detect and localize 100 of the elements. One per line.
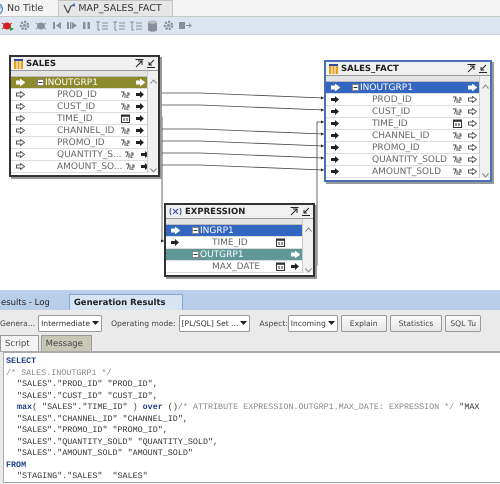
attribute-name: PROD_ID	[371, 94, 413, 104]
gear-icon[interactable]	[19, 20, 30, 31]
attribute-row[interactable]: PROD_ID	[11, 89, 147, 101]
scroll-down-icon[interactable]	[304, 268, 312, 273]
code-line: "SALES"."CUST_ID" "CUST_ID",	[16, 390, 159, 402]
panel-tab[interactable]: esults - Log	[0, 294, 63, 310]
attribute-row[interactable]: TIME_ID	[11, 113, 147, 125]
list-icon[interactable]	[113, 20, 125, 30]
attribute-row[interactable]: CUST_ID	[326, 106, 479, 118]
numeric-type-icon	[120, 127, 130, 134]
group-name: INOUTGRP1	[45, 78, 98, 88]
mapping-node[interactable]: EXPRESSION INGRP1 TIME_ID OUTGRP1 MAX_DATE	[164, 203, 315, 277]
group-name: INGRP1	[200, 226, 234, 236]
attribute-name: AMOUNT_SO...	[56, 162, 122, 172]
collapse-icon[interactable]	[352, 84, 359, 91]
minimize-icon[interactable]	[147, 59, 155, 68]
sub-tab[interactable]: Message	[40, 335, 92, 351]
code-line: "SALES"."PROMO_ID" "PROMO_ID",	[16, 425, 169, 436]
step-forward-icon[interactable]	[67, 21, 77, 30]
group-name: OUTGRP1	[200, 250, 244, 260]
numeric-type-icon	[452, 96, 462, 103]
calendar-icon	[120, 114, 130, 123]
numeric-type-icon	[120, 139, 130, 146]
panel-tab[interactable]: Generation Results	[68, 294, 183, 310]
maximize-icon[interactable]	[290, 207, 299, 216]
scroll-up-icon[interactable]	[304, 227, 312, 232]
bug-icon[interactable]	[35, 20, 48, 31]
scroll-bar[interactable]	[479, 76, 490, 178]
node-title: SALES_FACT	[341, 64, 400, 74]
gear-icon[interactable]	[163, 20, 174, 31]
document-tab[interactable]: No Title	[0, 0, 54, 16]
mapping-icon	[63, 3, 76, 14]
numeric-type-icon	[452, 132, 462, 139]
attribute-row[interactable]: CHANNEL_ID	[11, 125, 147, 137]
numeric-type-icon	[452, 168, 462, 175]
group-row[interactable]: INOUTGRP1	[326, 82, 479, 94]
minimize-icon[interactable]	[302, 207, 310, 216]
attribute-name: CHANNEL_ID	[56, 126, 116, 136]
collapse-icon[interactable]	[192, 227, 199, 234]
list-icon[interactable]	[96, 20, 108, 30]
attribute-name: PROMO_ID	[371, 142, 421, 152]
attribute-name: AMOUNT_SOLD	[371, 166, 442, 176]
minimize-icon[interactable]	[479, 64, 487, 73]
attribute-row[interactable]: TIME_ID	[326, 118, 479, 130]
hollow-arrow-icon	[290, 251, 300, 258]
pause-icon[interactable]	[82, 21, 91, 30]
document-tab[interactable]: MAP_SALES_FACT	[58, 0, 173, 16]
scroll-bar[interactable]	[147, 71, 158, 173]
attribute-row[interactable]: PROMO_ID	[11, 137, 147, 149]
node-title: EXPRESSION	[185, 206, 246, 216]
table-icon	[329, 64, 338, 74]
attribute-row[interactable]: MAX_DATE	[166, 261, 302, 273]
attribute-row[interactable]: CUST_ID	[11, 101, 147, 113]
scroll-up-icon[interactable]	[482, 84, 488, 89]
hollow-arrow-icon	[136, 79, 144, 86]
numeric-type-icon	[120, 91, 130, 98]
attribute-name: MAX_DATE	[211, 262, 262, 272]
step-back-icon[interactable]	[53, 21, 62, 30]
group-row[interactable]: INOUTGRP1	[11, 77, 147, 89]
collapse-icon[interactable]	[37, 79, 44, 86]
scroll-down-icon[interactable]	[150, 168, 156, 173]
attribute-name: QUANTITY_S...	[56, 150, 122, 160]
cylinder-icon[interactable]	[147, 20, 158, 32]
collapse-icon[interactable]	[192, 251, 199, 258]
numeric-type-icon	[120, 103, 130, 110]
mapping-node[interactable]: SALES_FACT INOUTGRP1 PROD_ID CUST_ID TIME_ID CHANNEL_ID PROMO_ID QUANTITY_SOLD AMOUNT_SOLD	[324, 60, 492, 182]
scroll-up-icon[interactable]	[150, 79, 156, 84]
code-line: "SALES"."CHANNEL_ID" "CHANNEL_ID",	[16, 414, 189, 425]
group-row[interactable]: OUTGRP1	[166, 249, 302, 261]
scroll-bar[interactable]	[302, 219, 313, 273]
attribute-name: QUANTITY_SOLD	[371, 154, 448, 164]
maximize-icon[interactable]	[467, 64, 476, 73]
attribute-name: CUST_ID	[371, 106, 412, 116]
code-line: "SALES"."PROD_ID" "PROD_ID",	[16, 379, 159, 390]
caret-icon	[92, 321, 100, 325]
arrow-icon[interactable]	[179, 21, 192, 30]
node-title: SALES	[26, 58, 58, 68]
attribute-row[interactable]: QUANTITY_SOLD	[326, 154, 479, 166]
list-icon[interactable]	[130, 20, 142, 30]
code-line: SELECT	[6, 356, 38, 368]
hollow-arrow-icon	[330, 84, 340, 91]
bug-icon[interactable]	[1, 20, 14, 31]
maximize-icon[interactable]	[135, 59, 144, 68]
attribute-row[interactable]: CHANNEL_ID	[326, 130, 479, 142]
mapping-node[interactable]: SALES INOUTGRP1 PROD_ID CUST_ID TIME_ID CHANNEL_ID PROMO_ID QUANTITY_S... AMOUNT_SO...	[9, 55, 160, 177]
numeric-type-icon	[452, 144, 462, 151]
code-line: "STAGING"."SALES" "SALES"	[16, 471, 149, 482]
group-row[interactable]: INGRP1	[166, 225, 302, 237]
attribute-row[interactable]: PROMO_ID	[326, 142, 479, 154]
sub-tab[interactable]: Script	[0, 335, 39, 351]
attribute-name: CHANNEL_ID	[371, 130, 430, 140]
attribute-row[interactable]: QUANTITY_S...	[11, 149, 147, 161]
script-editor[interactable]	[3, 352, 500, 483]
calendar-icon	[276, 238, 284, 247]
table-icon	[14, 58, 23, 68]
caret-icon	[240, 321, 248, 325]
attribute-row[interactable]: AMOUNT_SOLD	[326, 166, 479, 178]
calendar-icon	[276, 262, 284, 271]
scroll-down-icon[interactable]	[482, 173, 488, 178]
attribute-row[interactable]: PROD_ID	[326, 94, 479, 106]
